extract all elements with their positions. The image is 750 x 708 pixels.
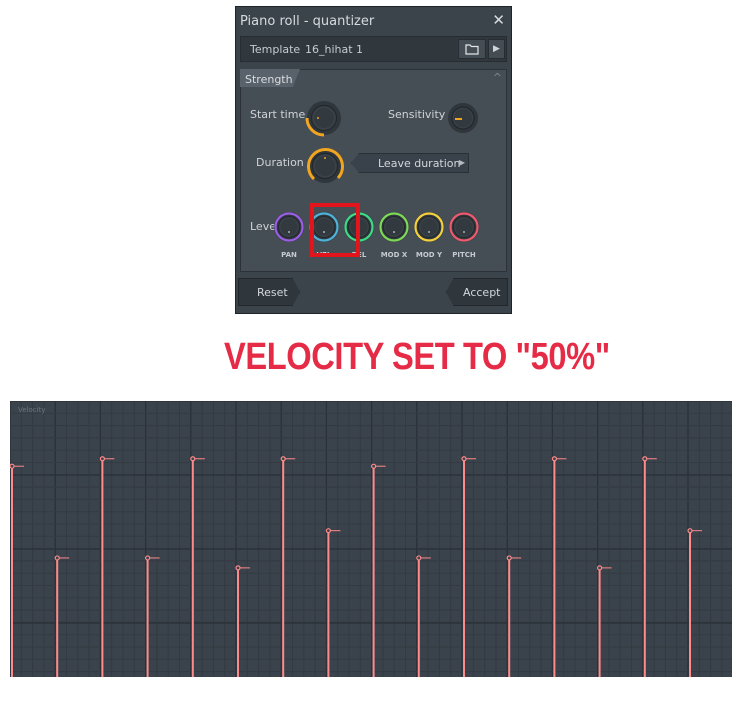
template-next-button[interactable]: ▶	[488, 39, 505, 59]
folder-icon	[465, 43, 479, 55]
velocity-chart-svg	[9, 400, 732, 677]
level-label-mod-y: MOD Y	[415, 251, 443, 259]
template-bar: Template 16_hihat 1 ▶	[240, 36, 507, 62]
level-label-pitch: PITCH	[452, 251, 476, 259]
start-time-label: Start time	[250, 108, 306, 121]
dialog-title: Piano roll - quantizer	[240, 14, 375, 29]
title-bar[interactable]: Piano roll - quantizer ✕	[236, 7, 511, 35]
level-label-pan: PAN	[281, 251, 297, 259]
collapse-icon[interactable]: ^	[493, 71, 502, 84]
velocity-chart: Velocity	[9, 400, 732, 677]
level-knob-mod-y[interactable]	[412, 210, 446, 244]
template-value[interactable]: 16_hihat 1	[305, 43, 363, 56]
close-icon[interactable]: ✕	[492, 11, 505, 29]
duration-label: Duration	[256, 156, 304, 169]
duration-option-button[interactable]: Leave duration ▶	[351, 153, 469, 173]
strength-panel: Strength ^ Start time Sensitivity Durati…	[240, 69, 507, 272]
level-knob-mod-x[interactable]	[377, 210, 411, 244]
velocity-highlight-box	[310, 203, 360, 257]
headline: VELOCITY SET TO "50%"	[224, 336, 610, 378]
accept-label: Accept	[463, 286, 501, 299]
level-knob-pitch[interactable]	[447, 210, 481, 244]
chart-label: Velocity	[18, 406, 46, 414]
level-label-mod-x: MOD X	[380, 251, 408, 259]
accept-button[interactable]: Accept	[446, 278, 508, 306]
arrow-right-icon: ▶	[458, 158, 465, 167]
reset-label: Reset	[257, 286, 288, 299]
start-time-knob[interactable]	[305, 99, 343, 137]
arrow-right-icon: ▶	[493, 44, 500, 54]
sensitivity-knob[interactable]	[446, 101, 480, 135]
reset-button[interactable]: Reset	[238, 278, 300, 306]
duration-option-text: Leave duration	[378, 157, 461, 170]
quantizer-dialog: Piano roll - quantizer ✕ Template 16_hih…	[235, 6, 512, 314]
folder-button[interactable]	[458, 39, 486, 59]
level-knob-pan[interactable]	[272, 210, 306, 244]
template-label: Template	[250, 43, 301, 56]
duration-knob[interactable]	[306, 147, 344, 185]
sensitivity-label: Sensitivity	[388, 108, 446, 121]
strength-label: Strength	[245, 73, 293, 86]
